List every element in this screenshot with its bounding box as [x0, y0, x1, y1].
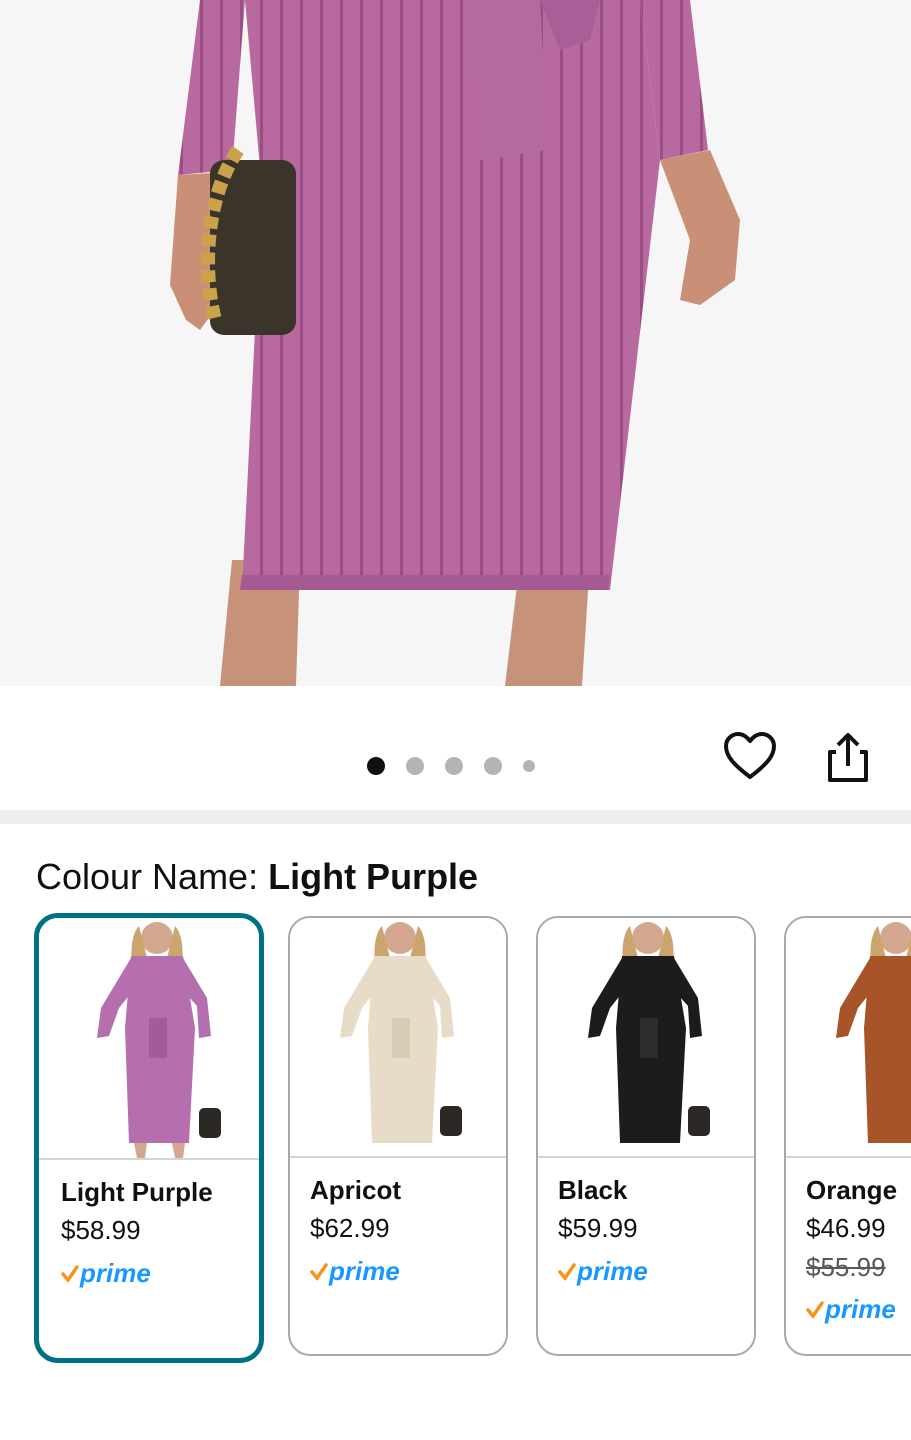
dress-photo [170, 0, 740, 686]
prime-check-icon [310, 1263, 328, 1281]
swatch-image [39, 918, 259, 1160]
gallery-controls [0, 686, 911, 810]
swatch-price: $58.99 [61, 1215, 141, 1245]
swatch-image [290, 918, 506, 1158]
prime-label: prime [80, 1257, 151, 1288]
dress-thumbnail [340, 922, 462, 1143]
swatch-image [786, 918, 911, 1158]
image-dot-3[interactable] [445, 757, 463, 775]
prime-badge: prime [61, 1258, 259, 1288]
image-dot-1[interactable] [367, 757, 385, 775]
swatch-image [538, 918, 754, 1158]
colour-name-label: Colour Name: Light Purple [36, 853, 478, 901]
image-dot-5[interactable] [523, 760, 535, 772]
dress-thumbnail [836, 922, 911, 1143]
swatch-name: Apricot [310, 1175, 401, 1205]
prime-label: prime [329, 1255, 400, 1286]
swatch-price: $46.99 [806, 1213, 886, 1243]
swatch-card-light-purple[interactable]: Light Purple $58.99 prime [34, 913, 264, 1363]
swatch-old-price: $55.99 [806, 1252, 886, 1282]
product-image[interactable] [0, 0, 911, 686]
prime-badge: prime [558, 1256, 754, 1286]
colour-label-prefix: Colour Name: [36, 856, 269, 897]
share-button[interactable] [822, 730, 874, 786]
swatch-name: Black [558, 1175, 628, 1205]
share-icon [828, 733, 868, 782]
swatch-name: Light Purple [61, 1177, 213, 1207]
prime-check-icon [806, 1301, 824, 1319]
swatch-name: Orange [806, 1175, 898, 1205]
swatch-card-orange[interactable]: Orange $46.99 $55.99 prime [784, 916, 911, 1356]
heart-icon [724, 732, 776, 779]
swatch-price: $62.99 [310, 1213, 390, 1243]
prime-badge: prime [806, 1294, 911, 1324]
dress-thumbnail [97, 922, 221, 1158]
favorite-button[interactable] [723, 730, 777, 784]
swatch-card-apricot[interactable]: Apricot $62.99 prime [288, 916, 508, 1356]
selected-colour-name: Light Purple [268, 856, 479, 897]
prime-check-icon [61, 1265, 79, 1283]
image-dot-4[interactable] [484, 757, 502, 775]
dress-thumbnail [588, 922, 710, 1143]
colour-swatch-list: Light Purple $58.99 prime Apricot $62.99… [0, 912, 911, 1372]
prime-label: prime [825, 1293, 896, 1324]
image-dot-2[interactable] [406, 757, 424, 775]
image-pagination-dots [367, 757, 556, 775]
section-divider [0, 810, 911, 824]
swatch-price: $59.99 [558, 1213, 638, 1243]
prime-badge: prime [310, 1256, 506, 1286]
swatch-card-black[interactable]: Black $59.99 prime [536, 916, 756, 1356]
prime-label: prime [577, 1255, 648, 1286]
prime-check-icon [558, 1263, 576, 1281]
